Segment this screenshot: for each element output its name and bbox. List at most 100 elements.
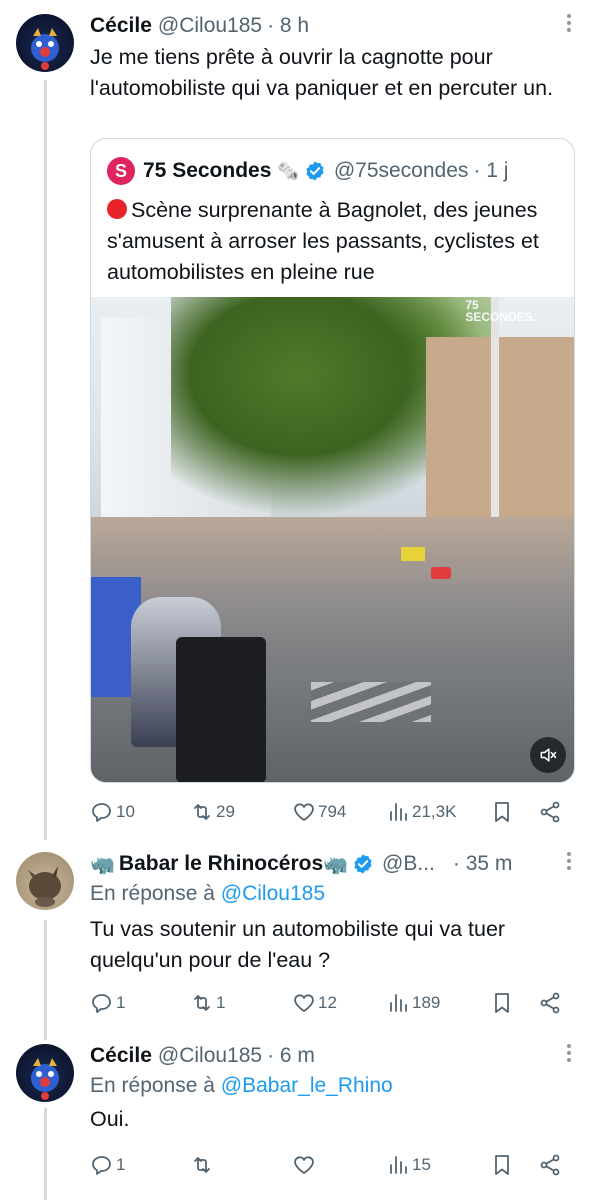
bookmark-icon bbox=[495, 802, 509, 822]
timestamp: · 1 j bbox=[473, 159, 509, 182]
views-button[interactable]: 15 bbox=[386, 1150, 431, 1180]
tweet-header: Cécile @Cilou185 · 6 m bbox=[90, 1042, 577, 1070]
thread-line bbox=[44, 80, 47, 840]
reply-button[interactable]: 1 bbox=[90, 1150, 125, 1180]
more-options-icon[interactable] bbox=[567, 14, 573, 35]
heart-icon bbox=[294, 994, 314, 1012]
action-bar: 10 29 794 21,3K bbox=[90, 797, 570, 827]
quoted-tweet[interactable]: S 75 Secondes 🗞️ @75secondes · 1 j Scène… bbox=[90, 138, 575, 783]
quoted-text-body: Scène surprenante à Bagnolet, des jeunes… bbox=[107, 198, 539, 284]
share-button[interactable] bbox=[538, 988, 562, 1018]
like-count: 794 bbox=[318, 802, 347, 821]
avatar[interactable]: S bbox=[107, 157, 135, 185]
views-count: 21,3K bbox=[412, 802, 457, 821]
tweet[interactable]: Cécile @Cilou185 · 6 m En réponse à @Bab… bbox=[90, 1042, 577, 1135]
retweet-button[interactable]: 1 bbox=[190, 988, 225, 1018]
share-icon bbox=[540, 801, 560, 823]
reply-context: En réponse à @Cilou185 bbox=[90, 882, 577, 906]
views-chart-icon bbox=[390, 1156, 407, 1174]
reply-to-link[interactable]: @Babar_le_Rhino bbox=[221, 1074, 393, 1097]
timestamp[interactable]: · 6 m bbox=[267, 1044, 315, 1068]
bookmark-button[interactable] bbox=[490, 797, 514, 827]
like-button[interactable]: 12 bbox=[292, 988, 337, 1018]
tweet[interactable]: Cécile @Cilou185 · 8 h Je me tiens prête… bbox=[90, 12, 577, 104]
reply-icon bbox=[92, 994, 111, 1013]
more-options-icon[interactable] bbox=[567, 1044, 573, 1065]
reply-count: 10 bbox=[116, 802, 135, 821]
author-handle: @75secondes bbox=[333, 159, 469, 182]
author-name[interactable]: Cécile bbox=[90, 14, 152, 38]
video-frame-top: 75 SECONDES. bbox=[91, 297, 574, 517]
action-bar: 1 15 bbox=[90, 1150, 570, 1180]
tweet-text: Tu vas soutenir un automobiliste qui va … bbox=[90, 917, 506, 972]
avatar[interactable] bbox=[16, 14, 74, 72]
bookmark-button[interactable] bbox=[490, 988, 514, 1018]
video-player[interactable]: 75 SECONDES. bbox=[91, 297, 574, 782]
share-icon bbox=[540, 1154, 560, 1176]
avatar[interactable] bbox=[16, 1044, 74, 1102]
rhino-emoji: 🦏 bbox=[90, 853, 115, 876]
tweet-text: Je me tiens prête à ouvrir la cagnotte p… bbox=[90, 45, 554, 100]
retweet-count: 29 bbox=[216, 802, 235, 821]
like-button[interactable]: 794 bbox=[292, 797, 346, 827]
views-count: 15 bbox=[412, 1155, 431, 1174]
action-bar: 1 1 12 189 bbox=[90, 988, 570, 1018]
mute-button[interactable] bbox=[530, 737, 566, 773]
author-handle[interactable]: @B... bbox=[382, 852, 435, 876]
speaker-muted-icon bbox=[540, 748, 557, 762]
author-name: 75 Secondes bbox=[143, 159, 272, 182]
views-count: 189 bbox=[412, 993, 441, 1012]
rhino-emoji: 🦏 bbox=[323, 853, 349, 876]
heart-icon bbox=[294, 803, 314, 821]
reply-count: 1 bbox=[116, 1155, 126, 1174]
video-watermark: 75 SECONDES. bbox=[465, 298, 536, 324]
tweet-text: Oui. bbox=[90, 1107, 130, 1131]
reply-button[interactable]: 1 bbox=[90, 988, 125, 1018]
retweet-icon bbox=[194, 995, 210, 1011]
reply-context: En réponse à @Babar_le_Rhino bbox=[90, 1074, 577, 1098]
video-frame-bottom bbox=[91, 517, 574, 782]
timestamp[interactable]: · 8 h bbox=[267, 14, 309, 38]
share-button[interactable] bbox=[538, 797, 562, 827]
like-count: 12 bbox=[318, 993, 337, 1012]
verified-badge-icon bbox=[354, 854, 372, 874]
bookmark-icon bbox=[495, 993, 509, 1013]
thread-line bbox=[44, 920, 47, 1040]
author-handle[interactable]: @Cilou185 bbox=[158, 1044, 262, 1068]
tweet-header: Cécile @Cilou185 · 8 h bbox=[90, 12, 577, 40]
like-button[interactable] bbox=[292, 1150, 318, 1180]
avatar-image bbox=[28, 866, 61, 907]
views-button[interactable]: 189 bbox=[386, 988, 440, 1018]
avatar[interactable] bbox=[16, 852, 74, 910]
views-chart-icon bbox=[390, 994, 407, 1012]
share-button[interactable] bbox=[538, 1150, 562, 1180]
verified-badge-icon bbox=[306, 161, 324, 181]
author-name[interactable]: Cécile bbox=[90, 1044, 152, 1068]
retweet-button[interactable] bbox=[190, 1150, 216, 1180]
quoted-tweet-header: S 75 Secondes 🗞️ @75secondes · 1 j bbox=[107, 157, 508, 185]
retweet-icon bbox=[194, 804, 210, 820]
author-name[interactable]: Babar le Rhinocéros bbox=[119, 852, 323, 876]
reply-icon bbox=[92, 803, 111, 822]
thread-line bbox=[44, 1108, 47, 1200]
reply-prefix: En réponse à bbox=[90, 1074, 215, 1097]
retweet-count: 1 bbox=[216, 993, 226, 1012]
bookmark-icon bbox=[495, 1155, 509, 1175]
reply-button[interactable]: 10 bbox=[90, 797, 135, 827]
bookmark-button[interactable] bbox=[490, 1150, 514, 1180]
views-button[interactable]: 21,3K bbox=[386, 797, 456, 827]
retweet-button[interactable]: 29 bbox=[190, 797, 235, 827]
quoted-tweet-text: Scène surprenante à Bagnolet, des jeunes… bbox=[107, 195, 562, 288]
tweet-header: 🦏 Babar le Rhinocéros 🦏 @B... · 35 m bbox=[90, 850, 577, 878]
author-handle[interactable]: @Cilou185 bbox=[158, 14, 262, 38]
share-icon bbox=[540, 992, 560, 1014]
more-options-icon[interactable] bbox=[567, 852, 573, 873]
reply-to-link[interactable]: @Cilou185 bbox=[221, 882, 325, 905]
reply-prefix: En réponse à bbox=[90, 882, 215, 905]
red-circle-emoji bbox=[107, 199, 127, 219]
timestamp[interactable]: · 35 m bbox=[453, 852, 513, 876]
newspaper-emoji: 🗞️ bbox=[277, 160, 300, 181]
avatar-image bbox=[31, 1058, 59, 1100]
views-chart-icon bbox=[390, 803, 407, 821]
tweet[interactable]: 🦏 Babar le Rhinocéros 🦏 @B... · 35 m En … bbox=[90, 850, 577, 976]
